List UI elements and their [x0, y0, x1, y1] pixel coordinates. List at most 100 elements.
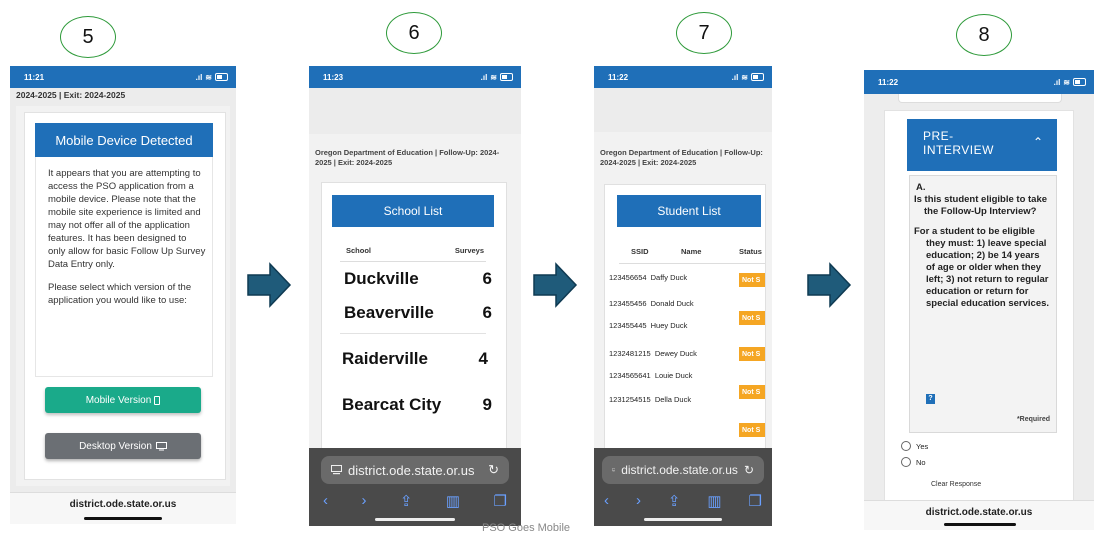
arrow-right-icon — [247, 262, 292, 308]
phone-screen-student-list: 11:22 .ıl ≋ Oregon Department of Educatio… — [594, 66, 772, 526]
student-ssid: 123456654 — [609, 273, 647, 282]
modal-dialog: Mobile Device Detected It appears that y… — [24, 112, 226, 480]
table-header: SSID Name Status — [619, 239, 765, 264]
share-icon[interactable]: ⇪ — [668, 492, 681, 510]
chevron-up-icon[interactable]: ⌃ — [1033, 135, 1043, 149]
no-radio[interactable] — [901, 457, 911, 467]
survey-count: 4 — [478, 349, 488, 368]
table-row[interactable]: 123455456 Donald Duck — [609, 299, 759, 313]
page-icon — [331, 465, 342, 475]
help-icon[interactable]: ? — [926, 394, 935, 404]
status-badge[interactable]: Not S — [739, 423, 765, 437]
home-indicator — [84, 517, 162, 520]
home-indicator — [644, 518, 722, 521]
survey-count: 6 — [482, 303, 492, 322]
url-text: district.ode.state.or.us — [925, 507, 1033, 518]
bookmarks-icon[interactable]: ▥ — [707, 492, 721, 510]
address-bar[interactable]: district.ode.state.or.us — [10, 492, 236, 524]
yes-label: Yes — [916, 441, 929, 451]
student-name: Della Duck — [654, 395, 692, 404]
section-header[interactable]: PRE-INTERVIEW ⌃ — [907, 119, 1057, 171]
clock: 11:22 — [608, 72, 629, 82]
column-header-school: School — [346, 246, 372, 255]
status-badge[interactable]: Not S — [739, 385, 765, 399]
forward-icon[interactable]: › — [361, 492, 366, 510]
mobile-version-button[interactable]: Mobile Version — [45, 387, 201, 413]
list-title: Student List — [617, 195, 761, 227]
table-row[interactable]: 1234565641 Louie Duck — [609, 371, 759, 385]
status-bar: 11:21 .ıl ≋ — [10, 66, 236, 88]
eligibility-criteria: For a student to be eligible they must: … — [914, 226, 1050, 309]
org-title: Oregon Department of Education | Follow-… — [315, 148, 500, 167]
blank-header-area — [594, 88, 772, 132]
signal-wifi-battery-icon: .ıl ≋ — [481, 73, 513, 82]
survey-panel: PRE-INTERVIEW ⌃ A. Is this student eligi… — [884, 110, 1074, 502]
student-ssid: 1234565641 — [609, 371, 651, 380]
status-badge[interactable]: Not S — [739, 311, 765, 325]
table-row[interactable]: 1231254515 Della Duck — [609, 395, 759, 409]
table-row[interactable]: Bearcat City 9 — [336, 393, 494, 419]
table-row[interactable]: Beaverville 6 — [338, 301, 494, 327]
list-card: School List School Surveys Duckville 6 B… — [321, 182, 507, 474]
monitor-icon — [155, 441, 167, 450]
status-badge[interactable]: Not S — [739, 347, 765, 361]
signal-wifi-battery-icon: .ıl ≋ — [196, 73, 228, 82]
status-badge[interactable]: Not S — [739, 273, 765, 287]
url-text: district.ode.state.or.us — [348, 462, 475, 478]
phone-screen-mobile-detected: 11:21 .ıl ≋ 2024-2025 | Exit: 2024-2025 M… — [10, 66, 236, 524]
home-indicator — [375, 518, 455, 521]
reload-icon[interactable]: ↻ — [488, 462, 499, 478]
clock: 11:23 — [323, 72, 344, 82]
desktop-button-label: Desktop Version — [79, 440, 152, 452]
reload-icon[interactable]: ↻ — [744, 463, 754, 477]
student-name: Huey Duck — [650, 321, 688, 330]
question-text: Is this student eligible to take the Fol… — [914, 194, 1048, 217]
student-name: Donald Duck — [650, 299, 694, 308]
table-header: School Surveys — [340, 239, 486, 262]
address-bar[interactable]: district.ode.state.or.us ↻ — [321, 456, 509, 484]
table-row[interactable]: 123456654 Daffy Duck — [609, 273, 759, 287]
status-bar: 11:23 .ıl ≋ — [309, 66, 521, 88]
forward-icon[interactable]: › — [636, 492, 641, 510]
share-icon[interactable]: ⇪ — [400, 492, 413, 510]
yes-radio[interactable] — [901, 441, 911, 451]
tabs-icon[interactable]: ❐ — [494, 492, 507, 510]
back-icon[interactable]: ‹ — [604, 492, 609, 510]
modal-prompt: Please select which version of the appli… — [48, 282, 192, 306]
clear-response-link[interactable]: Clear Response — [931, 481, 981, 488]
desktop-version-button[interactable]: Desktop Version — [45, 433, 201, 459]
bookmarks-icon[interactable]: ▥ — [446, 492, 460, 510]
table-row[interactable]: Raiderville 4 — [336, 347, 494, 373]
browser-nav: ‹ › ⇪ ▥ ❐ — [323, 492, 507, 510]
yes-option[interactable]: Yes — [901, 441, 928, 451]
address-bar[interactable]: district.ode.state.or.us ↻ — [602, 456, 764, 484]
school-name: Beaverville — [344, 303, 434, 322]
column-header-ssid: SSID — [631, 247, 649, 256]
row-divider — [340, 333, 486, 334]
table-row[interactable]: Duckville 6 — [338, 267, 494, 293]
tabs-icon[interactable]: ❐ — [749, 492, 762, 510]
student-ssid: 1231254515 — [609, 395, 651, 404]
survey-count: 9 — [482, 395, 492, 414]
phone-icon — [154, 395, 161, 405]
url-text: district.ode.state.or.us — [621, 463, 738, 477]
column-header-status: Status — [739, 247, 762, 256]
no-label: No — [916, 457, 926, 467]
address-bar[interactable]: district.ode.state.or.us — [864, 500, 1094, 530]
phone-screen-school-list: 11:23 .ıl ≋ Oregon Department of Educatio… — [309, 66, 521, 526]
url-text: district.ode.state.or.us — [69, 499, 177, 510]
question-letter: A. — [916, 182, 926, 193]
school-name: Duckville — [344, 269, 419, 288]
page-icon — [612, 468, 616, 472]
table-row[interactable]: 123455445 Huey Duck — [609, 321, 759, 335]
page-subheader: 2024-2025 | Exit: 2024-2025 — [16, 90, 126, 100]
school-name: Bearcat City — [342, 395, 442, 414]
browser-nav: ‹ › ⇪ ▥ ❐ — [604, 492, 762, 510]
no-option[interactable]: No — [901, 457, 926, 467]
section-title: PRE-INTERVIEW — [923, 129, 994, 157]
back-icon[interactable]: ‹ — [323, 492, 328, 510]
arrow-right-icon — [533, 262, 578, 308]
arrow-right-icon — [807, 262, 852, 308]
table-row[interactable]: 1232481215 Dewey Duck — [609, 349, 759, 363]
home-indicator — [944, 523, 1016, 526]
